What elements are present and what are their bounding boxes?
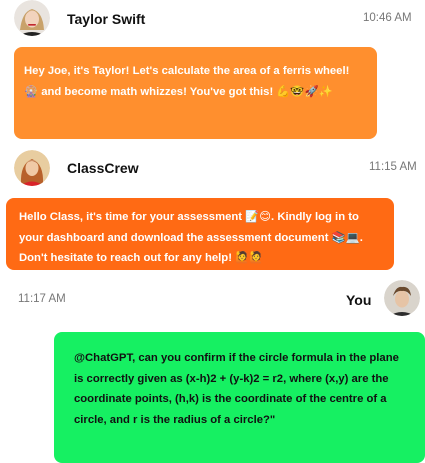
- you-avatar[interactable]: [384, 280, 420, 316]
- message-text: Hey Joe, it's Taylor! Let's calculate th…: [24, 65, 350, 98]
- message-text: Hello Class, it's time for your assessme…: [19, 211, 363, 264]
- taylor-avatar[interactable]: [14, 0, 50, 36]
- sender-name: ClassCrew: [67, 160, 139, 176]
- message-text: @ChatGPT, can you confirm if the circle …: [74, 352, 399, 426]
- message-bubble-classcrew: Hello Class, it's time for your assessme…: [6, 198, 394, 270]
- classcrew-avatar[interactable]: [14, 150, 50, 186]
- message-bubble-taylor: Hey Joe, it's Taylor! Let's calculate th…: [14, 47, 377, 139]
- message-time: 11:17 AM: [18, 293, 66, 305]
- message-bubble-you: @ChatGPT, can you confirm if the circle …: [54, 332, 425, 463]
- sender-name: You: [346, 292, 372, 308]
- message-time: 11:15 AM: [369, 161, 417, 173]
- sender-name: Taylor Swift: [67, 11, 146, 27]
- message-time: 10:46 AM: [363, 12, 412, 24]
